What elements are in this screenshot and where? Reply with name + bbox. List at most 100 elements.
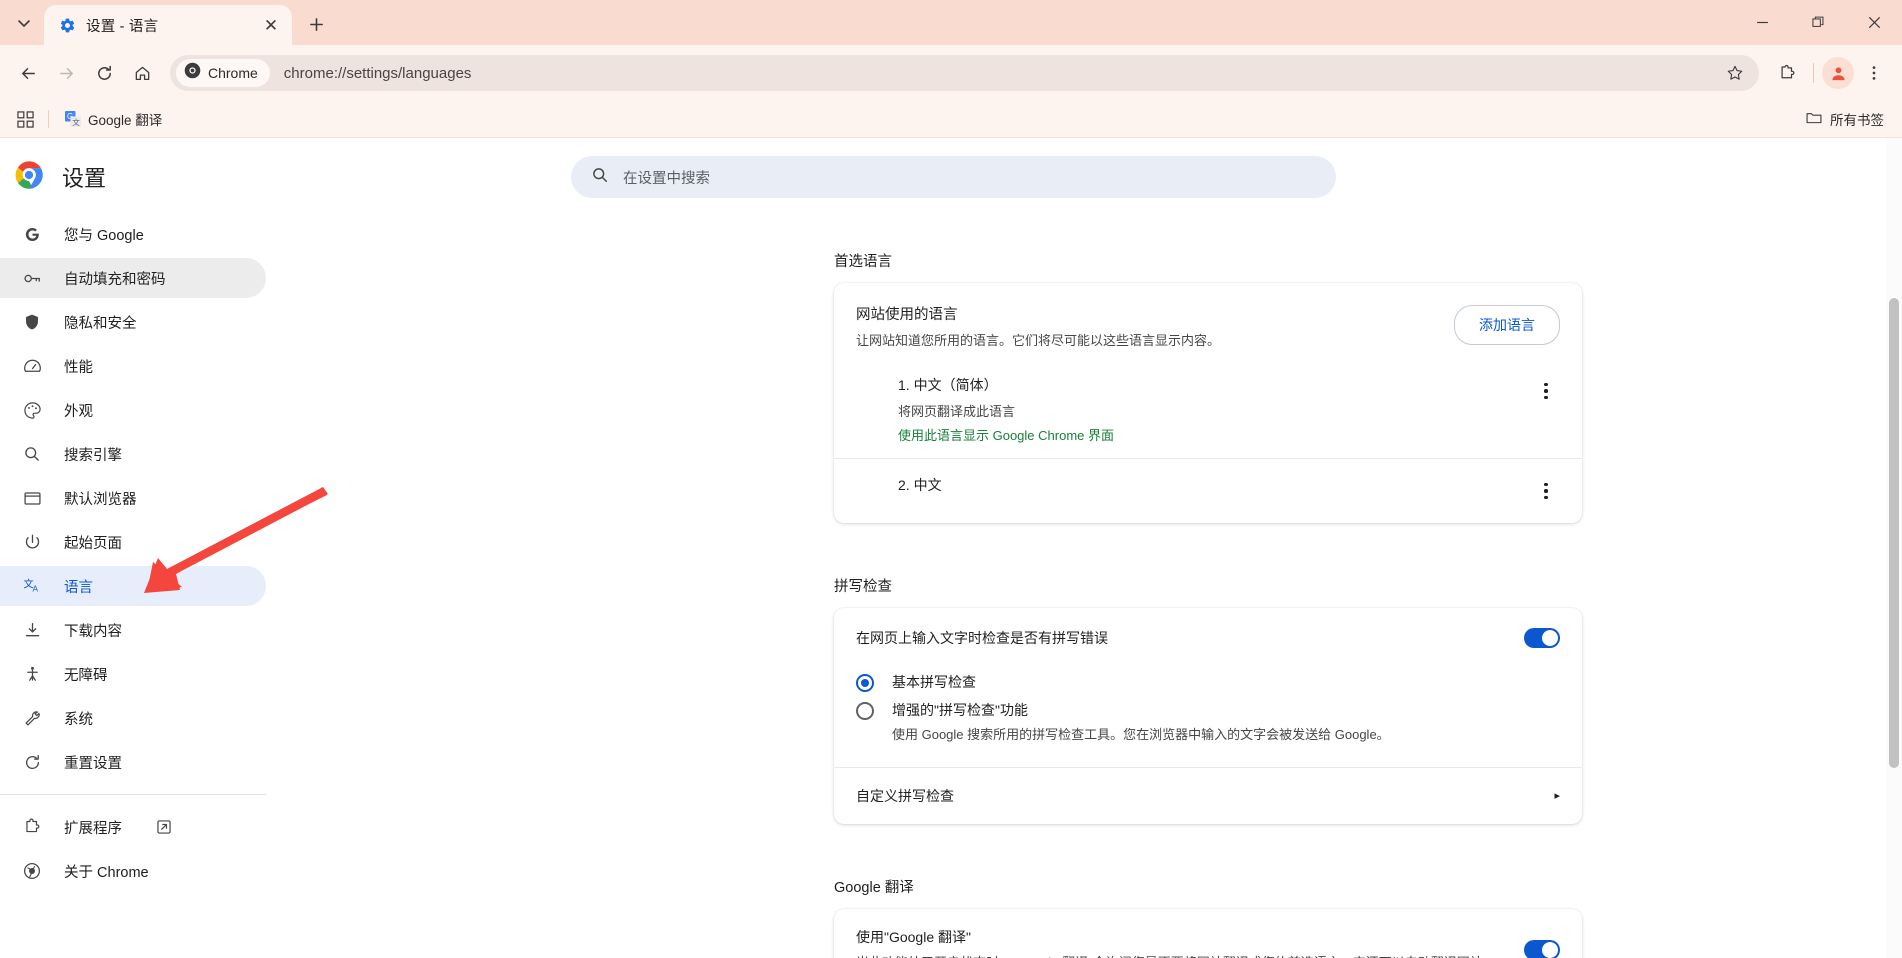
preferred-languages-card: 网站使用的语言 让网站知道您所用的语言。它们将尽可能以这些语言显示内容。 添加语… (834, 283, 1582, 523)
toolbar-right-actions (1769, 55, 1892, 91)
home-icon[interactable] (124, 55, 160, 91)
browser-toolbar: Chrome chrome://settings/languages (0, 45, 1902, 101)
radio-label: 基本拼写检查 (892, 672, 1560, 692)
add-language-button[interactable]: 添加语言 (1454, 305, 1560, 345)
sidebar-item-search-engine[interactable]: 搜索引擎 (0, 434, 266, 474)
search-icon (591, 166, 609, 189)
chevron-right-icon: ▸ (1554, 789, 1560, 802)
apps-grid-icon[interactable] (10, 105, 40, 133)
bookmark-item[interactable]: G文 Google 翻译 (57, 106, 170, 132)
chrome-menu-icon[interactable] (1856, 55, 1892, 91)
browser-tab[interactable]: 设置 - 语言 ✕ (44, 5, 292, 45)
power-icon (22, 532, 42, 552)
tab-search-icon[interactable] (6, 5, 42, 41)
svg-text:A: A (32, 584, 38, 593)
language-list-item: 1. 中文（简体） 将网页翻译成此语言 使用此语言显示 Google Chrom… (834, 367, 1582, 458)
extensions-puzzle-icon[interactable] (1769, 55, 1805, 91)
language-label: 中文（简体） (914, 377, 998, 393)
google-g-icon (22, 224, 42, 244)
bookmarks-divider (48, 110, 49, 128)
sidebar-divider (0, 794, 266, 795)
search-input[interactable]: 在设置中搜索 (571, 156, 1336, 198)
chrome-icon (184, 62, 201, 84)
close-icon[interactable]: ✕ (260, 14, 282, 36)
sidebar-item-default-browser[interactable]: 默认浏览器 (0, 478, 266, 518)
close-window-icon[interactable] (1846, 0, 1902, 45)
sidebar-item-autofill-passwords[interactable]: 自动填充和密码 (0, 258, 266, 298)
svg-text:文: 文 (72, 117, 80, 127)
translate-icon: 文A (22, 576, 42, 596)
radio-basic-spell-check[interactable]: 基本拼写检查 (834, 668, 1582, 696)
forward-icon[interactable] (48, 55, 84, 91)
sidebar-item-startup[interactable]: 起始页面 (0, 522, 266, 562)
settings-page: 设置 您与 Google 自动填充和密码 隐私和安全 (0, 138, 1902, 958)
spell-check-toggle[interactable] (1524, 628, 1560, 648)
maximize-icon[interactable] (1790, 0, 1846, 45)
tab-title: 设置 - 语言 (86, 15, 250, 36)
page-title: 设置 (62, 161, 106, 193)
sidebar-item-privacy-security[interactable]: 隐私和安全 (0, 302, 266, 342)
sidebar-item-downloads[interactable]: 下载内容 (0, 610, 266, 650)
customize-spell-check-row[interactable]: 自定义拼写检查 ▸ (834, 767, 1582, 824)
sidebar-item-about-chrome[interactable]: 关于 Chrome (0, 851, 266, 891)
display-in-this-language-link[interactable]: 使用此语言显示 Google Chrome 界面 (898, 425, 1532, 444)
language-name: 2. 中文 (898, 475, 1532, 495)
radio-indicator[interactable] (856, 674, 874, 692)
new-tab-button[interactable] (300, 8, 332, 40)
browser-window-icon (22, 488, 42, 508)
sidebar-item-label: 关于 Chrome (64, 861, 149, 882)
sidebar-item-label: 隐私和安全 (64, 312, 137, 333)
sidebar-item-accessibility[interactable]: 无障碍 (0, 654, 266, 694)
language-index: 1. (898, 377, 910, 393)
window-controls (1734, 0, 1902, 45)
address-bar[interactable]: Chrome chrome://settings/languages (170, 55, 1759, 91)
search-placeholder: 在设置中搜索 (623, 167, 710, 188)
sidebar-item-you-and-google[interactable]: 您与 Google (0, 214, 266, 254)
sidebar-item-label: 无障碍 (64, 664, 108, 685)
search-area: 在设置中搜索 (266, 138, 1902, 198)
sidebar-item-label: 您与 Google (64, 224, 144, 245)
key-icon (22, 268, 42, 288)
scrollbar-thumb[interactable] (1889, 298, 1899, 768)
section-title-google-translate: Google 翻译 (834, 876, 1902, 897)
translate-row-title: 使用"Google 翻译" (856, 927, 1524, 947)
radio-enhanced-spell-check[interactable]: 增强的"拼写检查"功能 使用 Google 搜索所用的拼写检查工具。您在浏览器中… (834, 696, 1582, 767)
sidebar-item-label: 性能 (64, 356, 93, 377)
open-in-new-icon[interactable] (156, 819, 172, 835)
google-translate-card: 使用"Google 翻译" 当此功能处于开启状态时，"Google 翻译"会询问… (834, 909, 1582, 958)
reload-icon[interactable] (86, 55, 122, 91)
chrome-logo-icon (14, 160, 44, 195)
sidebar-item-appearance[interactable]: 外观 (0, 390, 266, 430)
more-options-icon[interactable] (1532, 377, 1560, 405)
google-translate-toggle[interactable] (1524, 940, 1560, 958)
radio-label: 增强的"拼写检查"功能 (892, 700, 1560, 720)
sidebar-item-performance[interactable]: 性能 (0, 346, 266, 386)
bookmark-star-icon[interactable] (1717, 55, 1753, 91)
page-scrollbar[interactable] (1886, 138, 1902, 958)
radio-indicator[interactable] (856, 702, 874, 720)
all-bookmarks-label: 所有书签 (1830, 109, 1884, 129)
sidebar-item-system[interactable]: 系统 (0, 698, 266, 738)
shield-icon (22, 312, 42, 332)
speedometer-icon (22, 356, 42, 376)
omnibox-url[interactable]: chrome://settings/languages (284, 65, 1717, 82)
extension-puzzle-icon (22, 817, 42, 837)
sidebar-item-reset-settings[interactable]: 重置设置 (0, 742, 266, 782)
settings-sidebar: 设置 您与 Google 自动填充和密码 隐私和安全 (0, 138, 266, 958)
omnibox-chip-label: Chrome (208, 65, 258, 81)
palette-icon (22, 400, 42, 420)
omnibox-chip[interactable]: Chrome (176, 59, 270, 87)
translate-row-description: 当此功能处于开启状态时，"Google 翻译"会询问您是否要将网站翻译成您的首选… (856, 953, 1516, 958)
language-label: 中文 (914, 477, 942, 493)
profile-avatar[interactable] (1822, 57, 1854, 89)
sidebar-item-label: 外观 (64, 400, 93, 421)
all-bookmarks-button[interactable]: 所有书签 (1798, 106, 1892, 132)
language-index: 2. (898, 477, 910, 493)
minimize-icon[interactable] (1734, 0, 1790, 45)
sidebar-item-languages[interactable]: 文A 语言 (0, 566, 266, 606)
card-subheading: 让网站知道您所用的语言。它们将尽可能以这些语言显示内容。 (856, 332, 1454, 351)
chrome-icon (22, 861, 42, 881)
more-options-icon[interactable] (1532, 477, 1560, 505)
sidebar-item-extensions[interactable]: 扩展程序 (0, 807, 266, 847)
back-icon[interactable] (10, 55, 46, 91)
